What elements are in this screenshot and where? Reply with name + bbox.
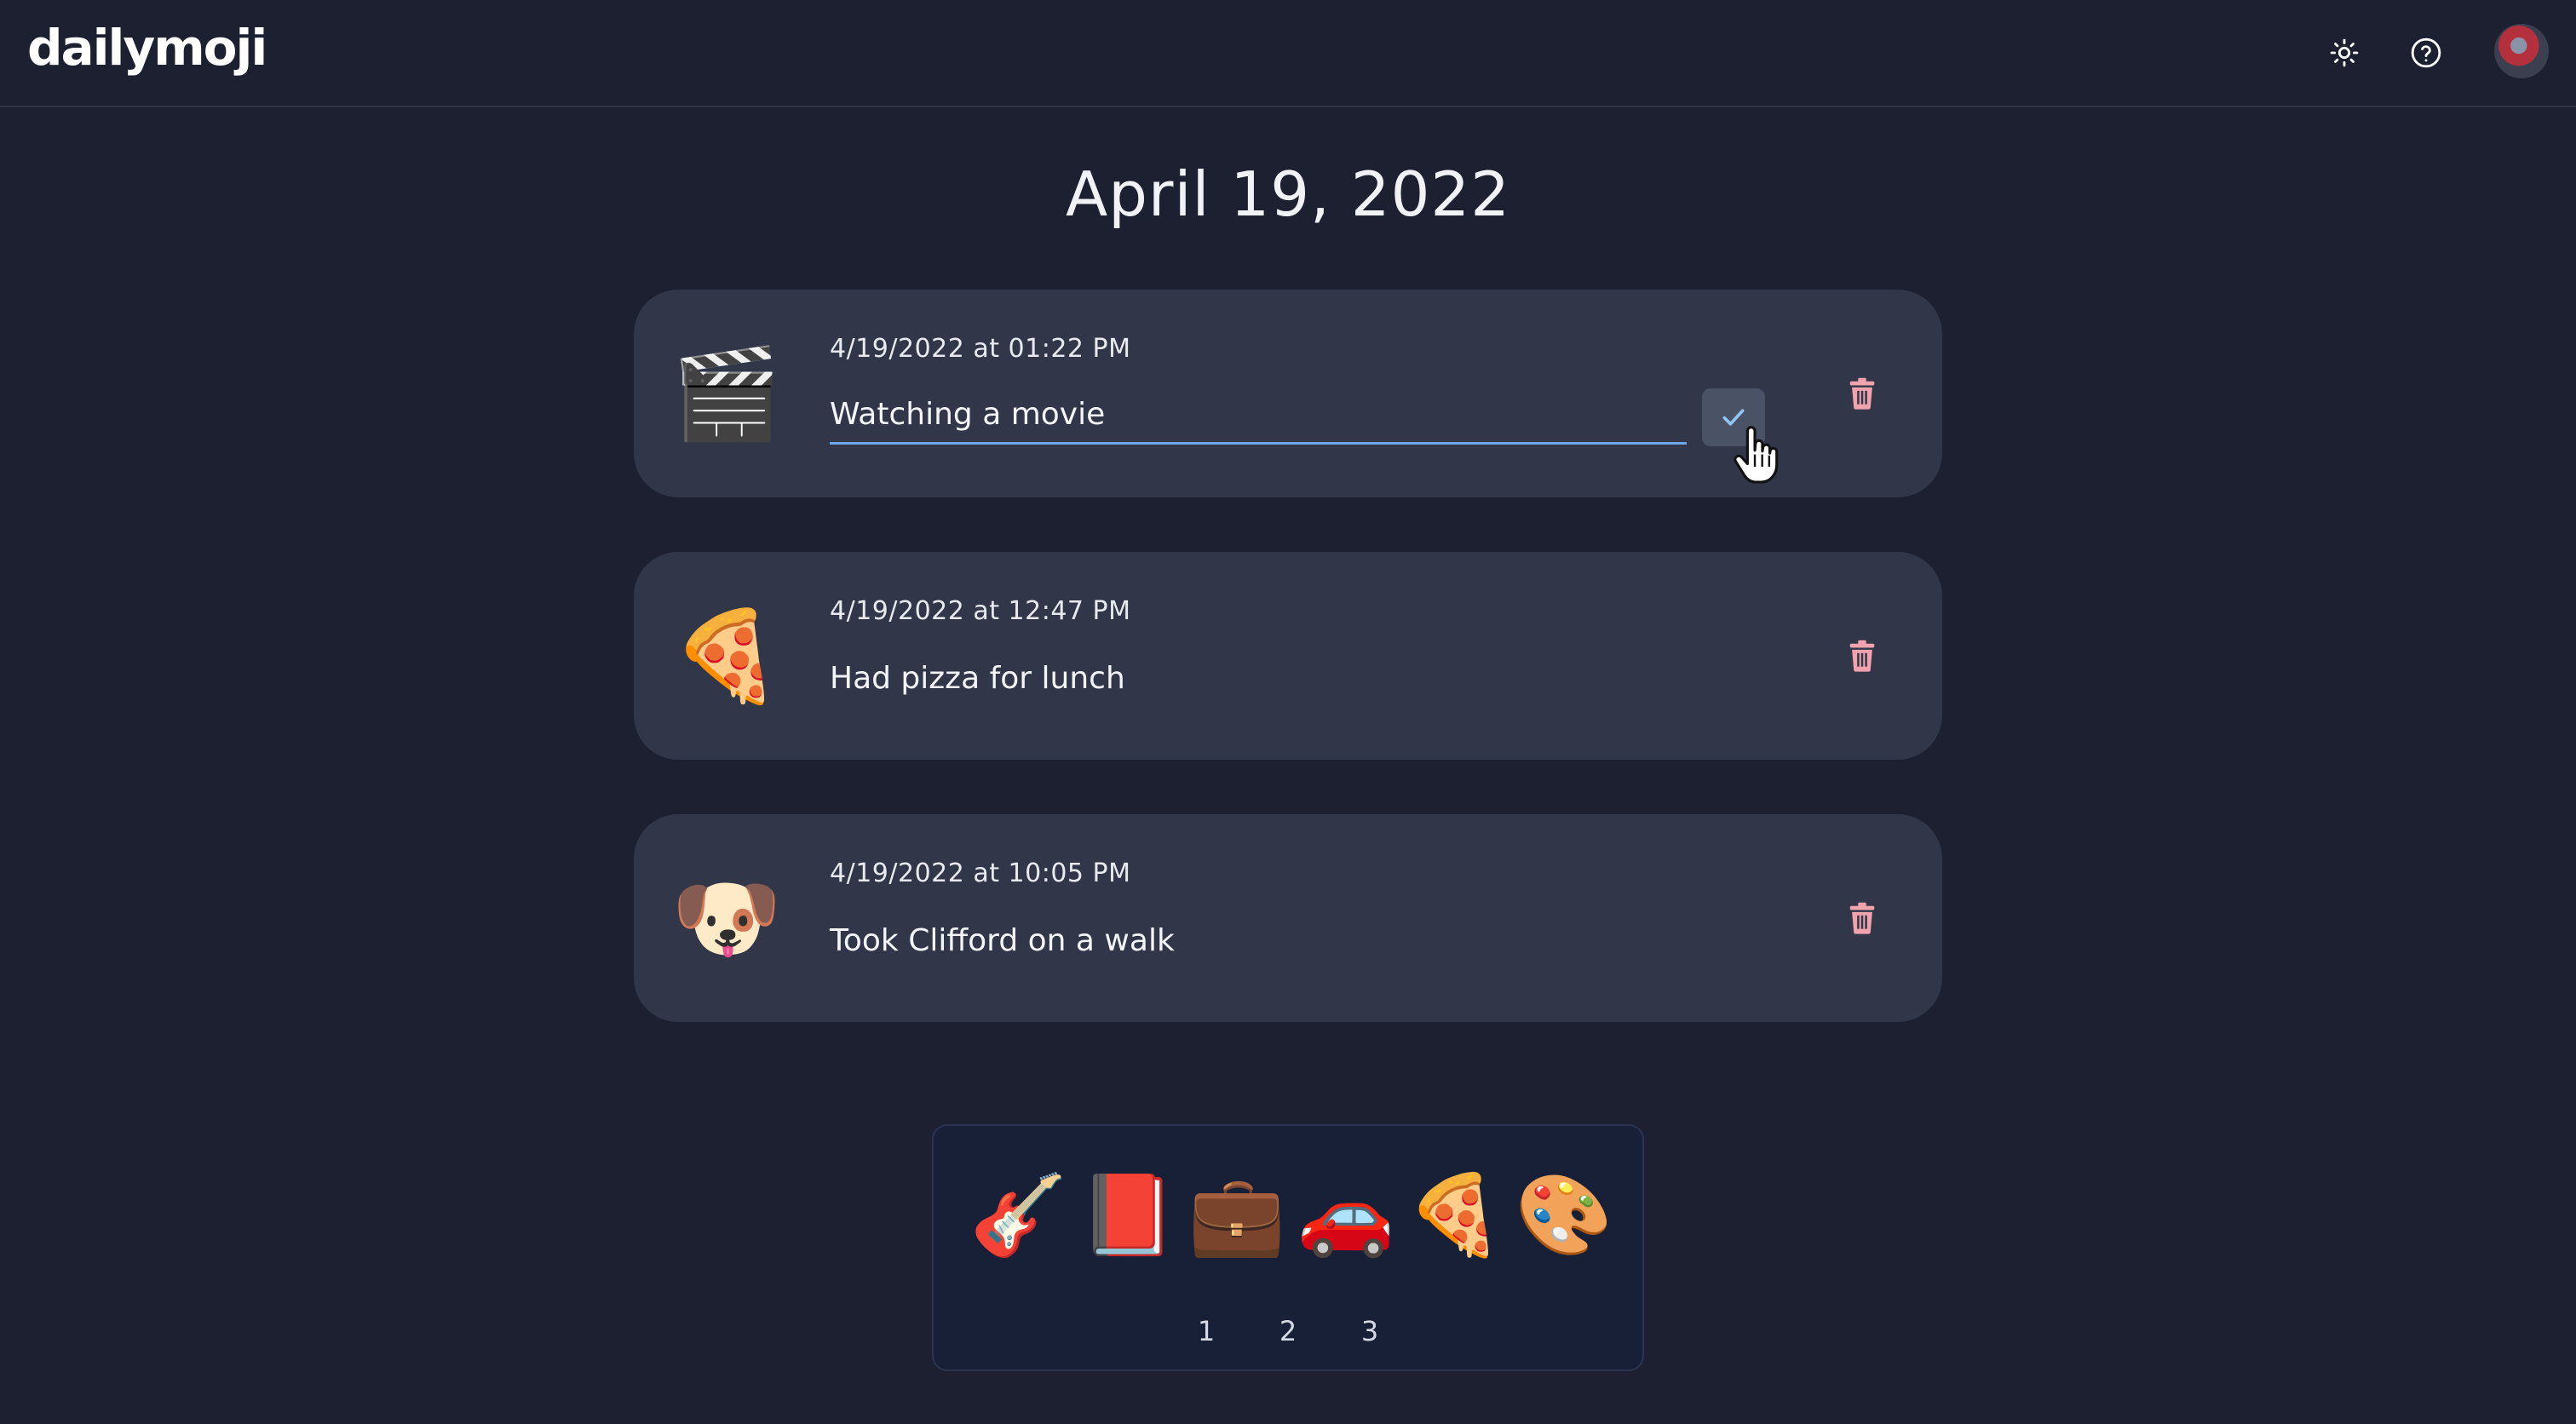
- help-icon[interactable]: [2399, 26, 2453, 80]
- entry-card: 🐶 4/19/2022 at 10:05 PM Took Clifford on…: [634, 814, 1942, 1022]
- delete-button[interactable]: [1837, 893, 1888, 944]
- page-1-button[interactable]: 1: [1192, 1315, 1221, 1347]
- emoji-option-briefcase[interactable]: 💼: [1182, 1168, 1291, 1262]
- trash-icon: [1849, 902, 1875, 934]
- page-title: April 19, 2022: [1065, 158, 1511, 230]
- emoji-options: 🎸 📕 💼 🚗 🍕 🎨: [964, 1168, 1619, 1262]
- entry-emoji[interactable]: 🐶: [671, 867, 782, 969]
- entry-emoji[interactable]: 🍕: [671, 605, 782, 707]
- sun-icon[interactable]: [2317, 26, 2372, 80]
- entry-text-input[interactable]: [830, 387, 1687, 445]
- entry-timestamp: 4/19/2022 at 12:47 PM: [830, 596, 1131, 626]
- emoji-option-palette[interactable]: 🎨: [1509, 1168, 1619, 1262]
- emoji-option-guitar[interactable]: 🎸: [964, 1168, 1073, 1262]
- emoji-option-car[interactable]: 🚗: [1291, 1168, 1400, 1262]
- delete-button[interactable]: [1837, 630, 1888, 681]
- page-2-button[interactable]: 2: [1274, 1315, 1302, 1347]
- trash-icon: [1849, 377, 1875, 410]
- app-logo[interactable]: dailymoji: [27, 19, 267, 77]
- entry-timestamp: 4/19/2022 at 10:05 PM: [830, 858, 1131, 888]
- entry-text[interactable]: Had pizza for lunch: [830, 661, 1125, 696]
- page-3-button[interactable]: 3: [1355, 1315, 1384, 1347]
- emoji-picker: 🎸 📕 💼 🚗 🍕 🎨 1 2 3: [932, 1124, 1644, 1371]
- avatar[interactable]: [2494, 24, 2549, 78]
- top-bar: dailymoji: [0, 0, 2576, 107]
- entry-timestamp: 4/19/2022 at 01:22 PM: [830, 334, 1131, 364]
- delete-button[interactable]: [1837, 368, 1888, 419]
- entry-emoji[interactable]: 🎬: [671, 342, 782, 445]
- trash-icon: [1849, 640, 1875, 672]
- entry-text[interactable]: Took Clifford on a walk: [830, 923, 1175, 958]
- pagination: 1 2 3: [934, 1315, 1642, 1347]
- entry-card: 🍕 4/19/2022 at 12:47 PM Had pizza for lu…: [634, 552, 1942, 760]
- pointer-cursor-icon: [1734, 426, 1779, 484]
- emoji-option-book[interactable]: 📕: [1073, 1168, 1182, 1262]
- emoji-option-pizza[interactable]: 🍕: [1400, 1168, 1509, 1262]
